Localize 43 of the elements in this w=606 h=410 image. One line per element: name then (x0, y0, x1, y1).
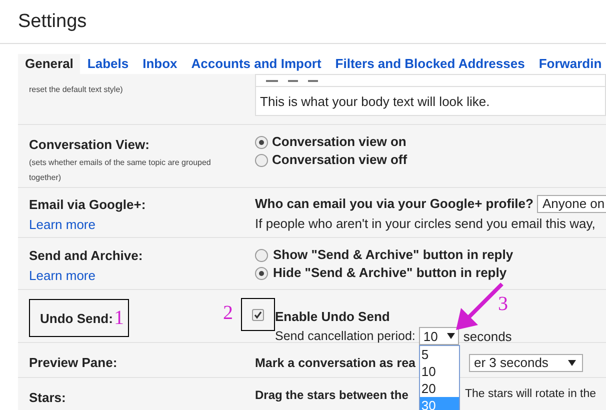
setting-label: Preview Pane: (29, 354, 118, 372)
unit-label: seconds (463, 328, 512, 346)
setting-label: Conversation View: (29, 136, 150, 154)
learn-more-link[interactable]: Learn more (29, 266, 96, 285)
setting-label: Email via Google+: (29, 196, 147, 214)
select-value: 10 (423, 328, 438, 346)
radio-button[interactable] (255, 248, 268, 262)
dropdown-option[interactable]: 5 (420, 346, 460, 364)
learn-more-link[interactable]: Learn more (29, 214, 96, 234)
annotation-number: 2 (223, 303, 234, 323)
radio-button[interactable] (255, 136, 268, 148)
question-text: Who can email you via your Google+ profile? (255, 195, 534, 213)
page-title: Settings (0, 0, 606, 44)
setting-label: Send and Archive: (29, 247, 144, 265)
stars-text: Drag the stars between the (255, 388, 408, 402)
caret-icon (568, 360, 576, 366)
preview-pane-text: Mark a conversation as rea (255, 356, 416, 370)
radio-button[interactable] (255, 154, 268, 166)
annotation-number: 3 (498, 294, 508, 314)
period-label: Send cancellation period: (275, 328, 416, 345)
select-value: er 3 seconds (474, 354, 548, 372)
stars-text: The stars will rotate in the (465, 387, 596, 402)
setting-label: Stars: (29, 389, 67, 407)
hint-text: (sets whether emails of the same topic are grouped together) (29, 156, 212, 184)
settings-tab[interactable]: General (18, 54, 80, 74)
option-label: Show "Send & Archive" button in reply (273, 246, 514, 264)
annotation-number: 1 (114, 308, 124, 328)
radio-button[interactable] (255, 266, 268, 280)
dropdown-option[interactable]: 10 (420, 363, 460, 380)
option-label: Hide "Send & Archive" button in reply (273, 264, 507, 282)
checkbox[interactable] (252, 308, 264, 320)
caret-icon (447, 333, 456, 340)
option-label: Conversation view off (272, 151, 408, 170)
note-text: If people who aren't in your circles send you email this way, (255, 214, 596, 233)
setting-label: Undo Send: (40, 310, 113, 328)
select-field[interactable]: Anyone on (537, 194, 606, 213)
option-label: Conversation view on (272, 133, 406, 152)
hint-text: reset the default text style) (29, 84, 124, 96)
dropdown-option[interactable]: 20 (420, 380, 460, 398)
checkbox-label: Enable Undo Send (275, 308, 391, 326)
select-field[interactable]: er 3 seconds (469, 354, 584, 372)
preview-text: This is what your body text will look like. (259, 93, 491, 111)
period-select[interactable]: 10 (419, 327, 460, 346)
